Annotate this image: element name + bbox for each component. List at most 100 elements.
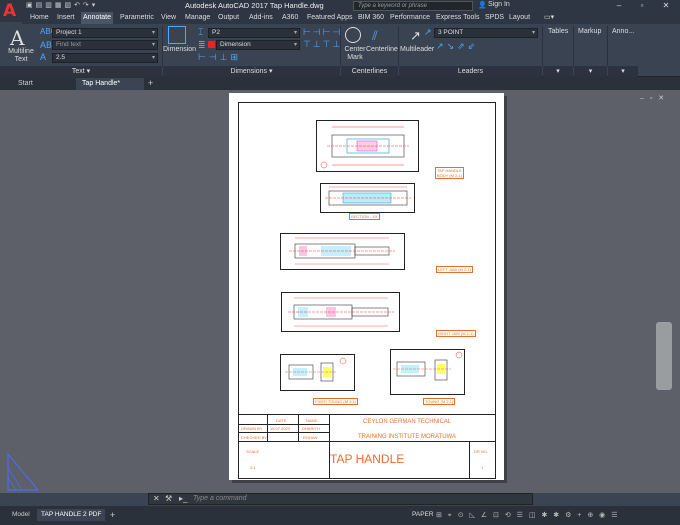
fixed-tong-drawing bbox=[285, 357, 347, 382]
text-panel-title[interactable]: Text ▾ bbox=[0, 66, 162, 77]
tb-scale-header: SCALE bbox=[246, 449, 260, 454]
close-command-icon[interactable]: ✕ bbox=[153, 494, 160, 503]
center-mark-icon[interactable] bbox=[345, 27, 361, 43]
quick-access-toolbar[interactable]: ▣▤▥▦▧↶↷▾ bbox=[26, 1, 98, 9]
ribbon-toggle-icon[interactable]: ▭▾ bbox=[542, 12, 556, 24]
user-icon[interactable]: 👤 bbox=[478, 1, 487, 9]
autocad-logo-icon: A bbox=[3, 1, 17, 21]
viewport-fixed-tong[interactable] bbox=[280, 354, 355, 391]
title-bar: Autodesk AutoCAD 2017 Tap Handle.dwg Typ… bbox=[0, 0, 680, 12]
find-text-input[interactable]: Find text bbox=[52, 40, 158, 50]
anno-panel-label[interactable]: Anno... bbox=[612, 28, 634, 35]
sign-in-button[interactable]: Sign In bbox=[488, 1, 510, 8]
markup-panel-label[interactable]: Markup bbox=[578, 28, 601, 35]
center-mark-button[interactable]: Center Mark bbox=[344, 46, 366, 62]
text-height-select[interactable]: 2.5 bbox=[52, 53, 158, 63]
window-title: Autodesk AutoCAD 2017 Tap Handle.dwg bbox=[185, 1, 324, 10]
leaders-panel-title[interactable]: Leaders bbox=[399, 66, 542, 77]
tb-line bbox=[239, 441, 495, 442]
search-input[interactable]: Type a keyword or phrase bbox=[353, 1, 473, 11]
command-input[interactable]: Type a command bbox=[193, 495, 247, 502]
viewport-left-jaw[interactable] bbox=[280, 233, 405, 270]
dim-tools-row1-icon[interactable]: ⊢⊣⊢⊣ bbox=[303, 27, 342, 38]
new-tab-icon[interactable]: + bbox=[148, 78, 153, 88]
add-layout-icon[interactable]: + bbox=[110, 510, 115, 520]
tab-model[interactable]: Model bbox=[8, 509, 34, 521]
centerlines-panel-title[interactable]: Centerlines bbox=[341, 66, 398, 77]
dimension-button[interactable]: Dimension bbox=[163, 46, 196, 53]
command-line[interactable]: ✕ ⚒ ▸_ Type a command bbox=[148, 493, 533, 505]
tab-performance[interactable]: Performance bbox=[388, 12, 432, 24]
divider bbox=[340, 26, 341, 66]
dim-tools-row2-icon[interactable]: ⊤⊥⊤⊥ bbox=[303, 39, 342, 50]
text-height-icon: A bbox=[40, 52, 47, 62]
viewport-section[interactable] bbox=[320, 183, 415, 213]
tables-panel-expand[interactable]: ▾ bbox=[543, 66, 573, 77]
centerline-icon[interactable]: ⫽ bbox=[372, 28, 378, 44]
ribbon-tabs: Home Insert Annotate Parametric View Man… bbox=[22, 12, 680, 24]
dimensions-panel-title-label: Dimensions bbox=[230, 68, 268, 75]
divider bbox=[398, 26, 399, 66]
doc-tab-start[interactable]: Start bbox=[12, 78, 72, 90]
tb-line bbox=[267, 414, 268, 441]
leader-style-icon: ↗ bbox=[424, 27, 432, 37]
tab-insert[interactable]: Insert bbox=[55, 12, 77, 24]
tab-annotate[interactable]: Annotate bbox=[81, 12, 114, 24]
markup-panel-expand[interactable]: ▾ bbox=[574, 66, 607, 77]
label-tong: TOUNG (M 2:1) bbox=[423, 398, 456, 405]
status-toggle-icons[interactable]: ⊞ ⌖ ⊙ ◺ ∠ ⊡ ⟲ ☰ ◫ ✱ ✱ ⚙ + ⊕ ◉ ☰ bbox=[436, 511, 619, 520]
tab-spds[interactable]: SPDS bbox=[483, 12, 506, 24]
right-jaw-drawing bbox=[288, 297, 394, 327]
close-icon[interactable]: ✕ bbox=[657, 0, 675, 12]
navigation-bar[interactable] bbox=[656, 322, 672, 390]
tab-output[interactable]: Output bbox=[216, 12, 241, 24]
multiline-text-button[interactable]: Multiline Text bbox=[7, 48, 35, 64]
multiline-text-icon[interactable]: A bbox=[10, 26, 24, 50]
leader-style-select[interactable]: 3 POINT bbox=[434, 28, 538, 38]
tb-line bbox=[239, 424, 329, 425]
minimize-icon[interactable]: – bbox=[610, 0, 628, 12]
tab-a360[interactable]: A360 bbox=[280, 12, 300, 24]
divider bbox=[573, 26, 574, 66]
tab-featured-apps[interactable]: Featured Apps bbox=[305, 12, 355, 24]
multileader-button[interactable]: Multileader bbox=[400, 46, 434, 53]
wrench-icon[interactable]: ⚒ bbox=[165, 494, 172, 503]
maximize-icon[interactable]: ▫ bbox=[633, 0, 651, 12]
tab-home[interactable]: Home bbox=[28, 12, 51, 24]
tab-layout[interactable]: Layout bbox=[507, 12, 532, 24]
multileader-icon[interactable]: ↗ bbox=[410, 28, 421, 44]
viewport-right-jaw[interactable] bbox=[281, 292, 400, 332]
app-menu-button[interactable]: A bbox=[0, 0, 22, 22]
leader-tools-icon[interactable]: ↗↘⇗⇙ bbox=[436, 41, 478, 52]
tab-view[interactable]: View bbox=[159, 12, 178, 24]
tab-add-ins[interactable]: Add-ins bbox=[247, 12, 275, 24]
divider bbox=[542, 26, 543, 66]
dimension-tools-icon[interactable]: ⊢⊣⊥⊞ bbox=[198, 52, 241, 63]
centerlines-panel-title-label: Centerlines bbox=[351, 68, 388, 75]
dimension-icon[interactable] bbox=[168, 26, 186, 44]
viewport-controls-icon[interactable]: – ▫ ✕ bbox=[640, 94, 666, 102]
label-fixed-tong: FIXED TOUNG (M 2:1) bbox=[313, 398, 358, 405]
viewport-tong[interactable] bbox=[390, 349, 465, 395]
tab-express-tools[interactable]: Express Tools bbox=[434, 12, 481, 24]
anno-panel-expand[interactable]: ▾ bbox=[608, 66, 638, 77]
label-left-jaw: LEFT JAW (M 2:1) bbox=[436, 266, 473, 273]
doc-tab-tap-handle[interactable]: Tap Handle* bbox=[76, 78, 144, 90]
tb-checked-name: ROHAN bbox=[303, 435, 318, 440]
centerline-button[interactable]: Centerline bbox=[366, 46, 398, 53]
tab-manage[interactable]: Manage bbox=[183, 12, 212, 24]
tb-line bbox=[239, 432, 329, 433]
command-prompt-icon: ▸_ bbox=[179, 494, 188, 503]
dim-layer-select[interactable]: Dimension bbox=[216, 40, 300, 50]
tab-layout-pdf[interactable]: TAP HANDLE 2 PDF bbox=[37, 509, 106, 521]
label-tap-handle-body: TAP HANDLE BODY (M 2:1) bbox=[435, 167, 465, 179]
dim-style-select[interactable]: P2 bbox=[208, 28, 300, 38]
paper-space-toggle[interactable]: PAPER bbox=[412, 511, 434, 518]
dimensions-panel-title[interactable]: Dimensions ▾ bbox=[163, 66, 340, 77]
viewport-body[interactable] bbox=[316, 120, 419, 172]
text-style-select[interactable]: Project 1 bbox=[52, 28, 158, 38]
tab-parametric[interactable]: Parametric bbox=[118, 12, 156, 24]
tab-bim360[interactable]: BIM 360 bbox=[356, 12, 386, 24]
tables-panel-label[interactable]: Tables bbox=[548, 28, 568, 35]
tb-drg-no-header: DR NO. bbox=[474, 449, 488, 454]
